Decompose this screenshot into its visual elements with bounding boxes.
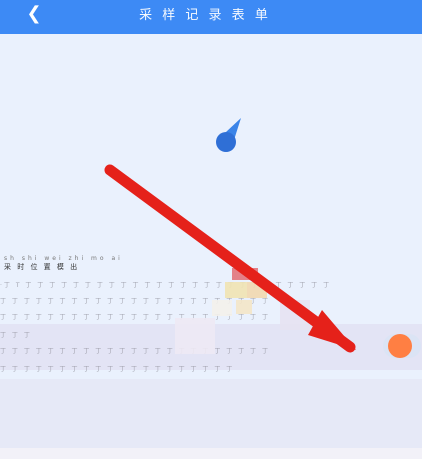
map-overlay: [104, 118, 421, 358]
toggle-knob: [388, 334, 412, 358]
pixelated-area: [175, 268, 310, 354]
red-arrow-annotation: [104, 164, 356, 353]
location-pin-icon: [216, 118, 241, 152]
toggle-switch[interactable]: [383, 334, 421, 358]
